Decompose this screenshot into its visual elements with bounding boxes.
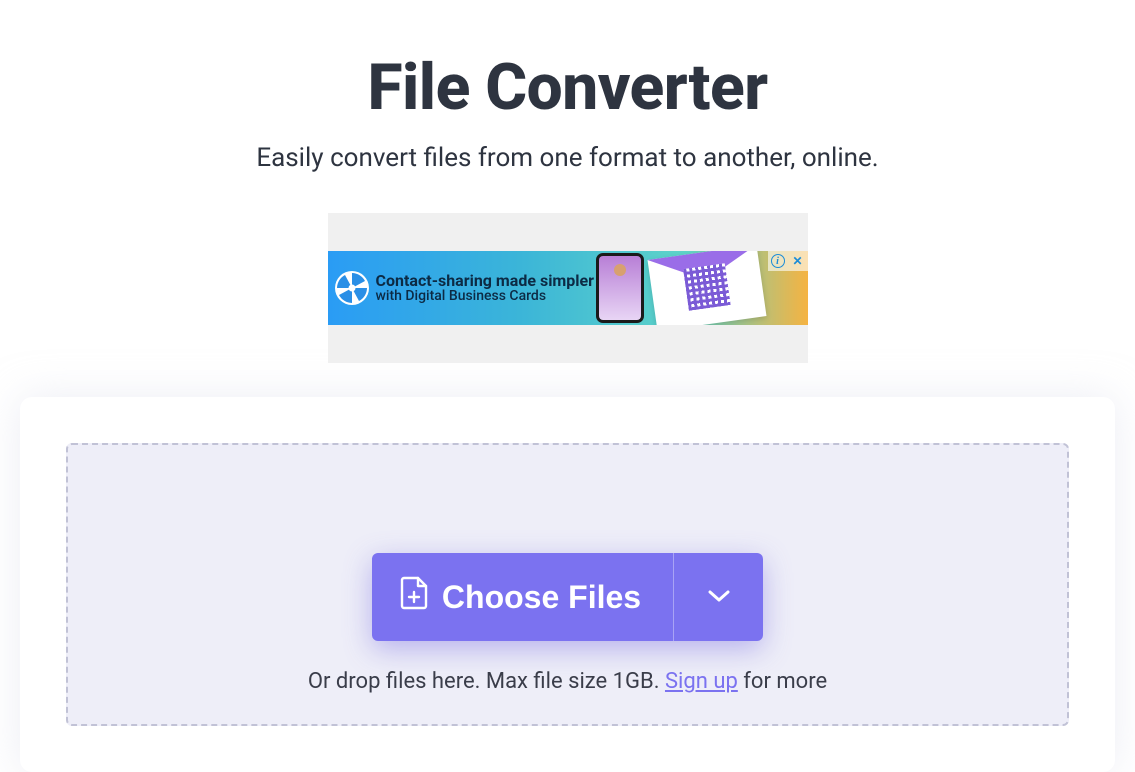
converter-card: Choose Files Or drop files here. Max fil… (20, 397, 1115, 772)
file-dropzone[interactable]: Choose Files Or drop files here. Max fil… (66, 443, 1069, 726)
ad-phone-graphic (596, 253, 644, 323)
file-plus-icon (400, 576, 428, 618)
dropzone-hint: Or drop files here. Max file size 1GB. S… (308, 669, 827, 694)
signup-link[interactable]: Sign up (665, 669, 738, 694)
choose-files-group: Choose Files (372, 553, 763, 641)
ad-subhead: with Digital Business Cards (376, 289, 595, 304)
ad-card-graphic (648, 251, 767, 325)
dropzone-hint-suffix: for more (738, 669, 827, 694)
chevron-down-icon (708, 589, 730, 606)
ad-banner[interactable]: Contact-sharing made simpler with Digita… (328, 251, 808, 325)
choose-files-dropdown[interactable] (673, 553, 763, 641)
dropzone-hint-prefix: Or drop files here. Max file size 1GB. (308, 669, 665, 694)
ad-copy: Contact-sharing made simpler with Digita… (376, 272, 595, 305)
ad-info-icon[interactable]: i (768, 251, 788, 271)
page-title: File Converter (367, 50, 767, 125)
page-subtitle: Easily convert files from one format to … (256, 143, 878, 173)
fan-icon (334, 270, 370, 306)
ad-headline: Contact-sharing made simpler (376, 272, 595, 290)
ad-close-icon[interactable]: ✕ (788, 251, 808, 271)
choose-files-button[interactable]: Choose Files (372, 553, 673, 641)
choose-files-label: Choose Files (442, 579, 641, 616)
qr-icon (683, 263, 730, 310)
ad-slot: Contact-sharing made simpler with Digita… (328, 213, 808, 363)
